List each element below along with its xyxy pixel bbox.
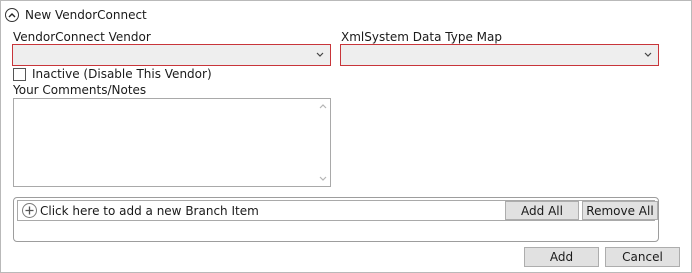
vendor-combobox[interactable] [12, 44, 331, 66]
scroll-down-icon[interactable] [319, 176, 327, 182]
new-vendorconnect-panel: New VendorConnect VendorConnect Vendor X… [0, 0, 692, 273]
scroll-up-icon[interactable] [319, 103, 327, 109]
add-all-button[interactable]: Add All [505, 201, 579, 220]
panel-title: New VendorConnect [25, 8, 147, 22]
chevron-down-icon [644, 52, 652, 57]
inactive-label: Inactive (Disable This Vendor) [32, 67, 212, 81]
collapse-toggle-icon[interactable] [5, 8, 19, 22]
comments-textarea[interactable] [13, 98, 331, 187]
inactive-checkbox[interactable] [13, 68, 26, 81]
panel-header: New VendorConnect [5, 5, 147, 25]
branch-items-panel: Click here to add a new Branch Item Add … [13, 197, 659, 242]
chevron-down-icon [316, 52, 324, 57]
remove-all-button[interactable]: Remove All [582, 201, 658, 220]
add-button[interactable]: Add [524, 247, 599, 267]
cancel-button[interactable]: Cancel [605, 247, 680, 267]
type-map-combobox[interactable] [340, 44, 659, 66]
vendor-label: VendorConnect Vendor [13, 30, 151, 44]
comments-scrollbar[interactable] [316, 99, 330, 186]
add-branch-bar[interactable]: Click here to add a new Branch Item Add … [17, 200, 658, 221]
plus-icon[interactable] [22, 203, 37, 218]
type-map-label: XmlSystem Data Type Map [341, 30, 502, 44]
add-branch-text[interactable]: Click here to add a new Branch Item [40, 204, 259, 218]
comments-label: Your Comments/Notes [13, 83, 147, 97]
